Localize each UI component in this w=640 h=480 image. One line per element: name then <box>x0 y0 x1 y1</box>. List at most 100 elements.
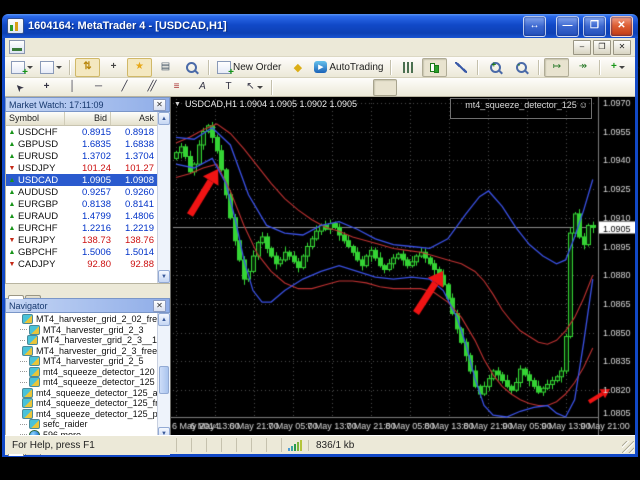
table-row[interactable]: GBPUSD 1.6835 1.6838 <box>6 138 157 150</box>
candlestick-chart-button[interactable] <box>422 58 447 77</box>
vertical-line-button[interactable]: │ <box>60 78 85 97</box>
periods-button[interactable]: ◔ <box>631 58 640 77</box>
table-row[interactable]: EURAUD 1.4799 1.4806 <box>6 210 157 222</box>
crosshair-tool-button[interactable]: + <box>34 78 59 97</box>
table-row[interactable]: EURJPY 138.73 138.76 <box>6 234 157 246</box>
scroll-up-icon[interactable]: ▲ <box>158 112 170 125</box>
table-row[interactable]: CADJPY 92.80 92.88 <box>6 258 157 270</box>
new-order-button[interactable]: New Order <box>214 58 284 77</box>
menu-item[interactable] <box>29 38 45 56</box>
column-symbol[interactable]: Symbol <box>6 112 65 125</box>
timeframe-button[interactable] <box>397 79 421 96</box>
table-row[interactable]: USDCHF 0.8915 0.8918 <box>6 126 157 138</box>
text-tool-button[interactable]: A <box>190 78 215 97</box>
expert-advisor-icon <box>22 409 33 419</box>
timeframe-button[interactable] <box>277 79 301 96</box>
arrow-objects-button[interactable]: ↖ <box>242 78 267 97</box>
label-tool-button[interactable]: T <box>216 78 241 97</box>
bar-chart-button[interactable] <box>396 58 421 77</box>
horizontal-line-button[interactable]: ─ <box>86 78 111 97</box>
list-item[interactable]: MT4_harvester_grid_2_3__1 <box>6 335 157 346</box>
title-bar[interactable]: 1604164: MetaTrader 4 - [USDCAD,H1] ↔ — … <box>2 14 638 38</box>
child-close-button[interactable]: ✕ <box>613 40 631 55</box>
list-item[interactable]: mt4_squeeze_detector_125 <box>6 377 157 388</box>
chart-shift-button[interactable]: ↠ <box>570 58 595 77</box>
child-restore-button[interactable]: ❐ <box>593 40 611 55</box>
menu-item[interactable] <box>61 38 77 56</box>
child-minimize-button[interactable]: – <box>573 40 591 55</box>
community-arrows-button[interactable]: ↔ <box>523 16 546 37</box>
list-item-label: mt4_squeeze_detector_125_andrej <box>36 388 157 398</box>
timeframe-button[interactable] <box>469 79 493 96</box>
navigator-titlebar[interactable]: Navigator ✕ <box>5 298 170 313</box>
table-row[interactable]: USDJPY 101.24 101.27 <box>6 162 157 174</box>
fibonacci-button[interactable]: ≡ <box>164 78 189 97</box>
timeframe-button[interactable] <box>373 79 397 96</box>
menu-item[interactable] <box>125 38 141 56</box>
new-chart-button[interactable] <box>8 58 36 77</box>
list-item[interactable]: mt4_squeeze_detector_120 <box>6 367 157 378</box>
table-row[interactable]: EURGBP 0.8138 0.8141 <box>6 198 157 210</box>
chart-canvas[interactable] <box>171 97 635 435</box>
autotrading-button[interactable]: ▶AutoTrading <box>311 58 386 77</box>
chart-window-icon[interactable] <box>9 40 25 54</box>
data-window-toggle[interactable]: + <box>101 58 126 77</box>
menu-item[interactable] <box>45 38 61 56</box>
cursor-tool-button[interactable]: ➤ <box>8 78 33 97</box>
list-item[interactable]: mt4_squeeze_detector_125_free <box>6 398 157 409</box>
list-item[interactable]: mt4_squeeze_detector_125_andrej <box>6 388 157 399</box>
channel-button[interactable]: ╱╱ <box>138 78 163 97</box>
navigator-toggle[interactable]: ★ <box>127 58 152 77</box>
market-watch-titlebar[interactable]: Market Watch: 17:11:09 ✕ <box>5 97 170 112</box>
table-row[interactable]: AUDUSD 0.9257 0.9260 <box>6 186 157 198</box>
chart-dropdown-icon[interactable]: ▼ <box>174 101 181 108</box>
column-ask[interactable]: Ask <box>111 112 157 125</box>
list-item[interactable]: mt4_squeeze_detector_125_pro <box>6 409 157 420</box>
menu-item[interactable] <box>93 38 109 56</box>
terminal-toggle[interactable]: ▤ <box>153 58 178 77</box>
list-item[interactable]: sefc_raider <box>6 419 157 430</box>
zoom-in-button[interactable]: + <box>483 58 508 77</box>
close-button[interactable]: ✕ <box>610 16 633 37</box>
market-watch-scrollbar[interactable]: ▲ ▼ <box>157 112 170 283</box>
scroll-thumb[interactable] <box>159 366 169 394</box>
scroll-up-icon[interactable]: ▲ <box>158 313 170 326</box>
expert-advisor-icon <box>22 388 33 398</box>
resize-grip[interactable] <box>622 441 634 453</box>
timeframe-button[interactable] <box>301 79 325 96</box>
minimize-button[interactable]: — <box>556 16 579 37</box>
timeframe-button[interactable] <box>325 79 349 96</box>
menu-items <box>29 38 141 56</box>
column-bid[interactable]: Bid <box>65 112 111 125</box>
table-row[interactable]: EURCHF 1.2216 1.2219 <box>6 222 157 234</box>
strategy-tester-toggle[interactable] <box>179 58 204 77</box>
list-item[interactable]: MT4_harvester_grid_2_3 <box>6 325 157 336</box>
market-watch-toggle[interactable]: ⇅ <box>75 58 100 77</box>
navigator-close-icon[interactable]: ✕ <box>153 300 166 312</box>
timeframe-button[interactable] <box>421 79 445 96</box>
market-watch-header[interactable]: Symbol Bid Ask <box>6 112 157 126</box>
trendline-button[interactable]: ╱ <box>112 78 137 97</box>
list-item[interactable]: MT4_harvester_grid_2_3_free__3 <box>6 346 157 357</box>
table-row[interactable]: GBPCHF 1.5006 1.5014 <box>6 246 157 258</box>
navigator-scrollbar[interactable]: ▲ ▼ <box>157 313 170 440</box>
tab[interactable] <box>8 295 24 299</box>
metaeditor-button[interactable]: ◆ <box>285 58 310 77</box>
line-chart-button[interactable] <box>448 58 473 77</box>
market-watch-close-icon[interactable]: ✕ <box>153 99 166 111</box>
timeframe-button[interactable] <box>349 79 373 96</box>
table-row[interactable]: USDCAD 1.0905 1.0908 <box>6 174 157 186</box>
maximize-button[interactable]: ❐ <box>583 16 606 37</box>
list-item[interactable]: MT4_harvester_grid_2_5 <box>6 356 157 367</box>
timeframe-button[interactable] <box>445 79 469 96</box>
menu-item[interactable] <box>77 38 93 56</box>
zoom-out-button[interactable]: - <box>509 58 534 77</box>
indicators-button[interactable]: + <box>605 58 630 77</box>
table-row[interactable]: EURUSD 1.3702 1.3704 <box>6 150 157 162</box>
list-item[interactable]: MT4_harvester_grid_2_02_free <box>6 314 157 325</box>
profiles-button[interactable] <box>37 58 65 77</box>
menu-item[interactable] <box>109 38 125 56</box>
auto-scroll-button[interactable]: ↦ <box>544 58 569 77</box>
indicators-icon: + <box>611 62 617 72</box>
scroll-down-icon[interactable]: ▼ <box>158 270 170 283</box>
